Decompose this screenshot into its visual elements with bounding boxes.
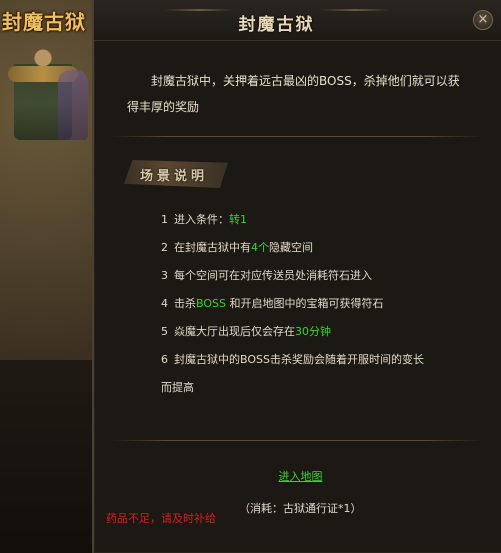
rule-item: 1 进入条件：转1 xyxy=(161,206,481,234)
rules-list: 1 进入条件：转1 2 在封魔古狱中有4个隐藏空间 3 每个空间可在对应传送员处消耗符… xyxy=(161,206,481,402)
npc-figure-secondary xyxy=(58,70,88,140)
section-label: 场景说明 xyxy=(140,169,209,184)
rule-text: 进入条件： xyxy=(174,213,229,226)
divider xyxy=(112,440,482,441)
region-title: 封魔古狱 xyxy=(2,10,86,34)
dialog-header: 封魔古狱 × xyxy=(94,0,501,41)
rule-item: 4 击杀BOSS 和开启地图中的宝箱可获得符石 xyxy=(161,290,481,318)
rule-number: 3 xyxy=(161,269,168,282)
rule-number: 5 xyxy=(161,325,168,338)
cost-text: （消耗：古狱通行证*1） xyxy=(239,502,362,515)
rule-number: 6 xyxy=(161,353,168,366)
background-shadow xyxy=(0,360,95,553)
dungeon-info-dialog: 封魔古狱 × 封魔古狱中，关押着远古最凶的BOSS，杀掉他们就可以获得丰厚的奖励… xyxy=(92,0,501,553)
rule-number: 2 xyxy=(161,241,168,254)
rule-item: 6 封魔古狱中的BOSS击杀奖励会随着开服时间的变长 xyxy=(161,346,481,374)
rule-number: 1 xyxy=(161,213,168,226)
rule-highlight: 30分钟 xyxy=(295,325,331,338)
rule-highlight: BOSS xyxy=(196,297,226,310)
rule-text: 和开启地图中的宝箱可获得符石 xyxy=(225,297,384,310)
enter-map-link[interactable]: 进入地图 xyxy=(94,468,501,484)
rule-highlight: 4个 xyxy=(251,241,269,254)
rule-number: 4 xyxy=(161,297,168,310)
close-icon[interactable]: × xyxy=(473,10,493,30)
rule-text: 隐藏空间 xyxy=(269,241,313,254)
rule-text: 焱魔大厅出现后仅会存在 xyxy=(174,325,295,338)
rule-item: 3 每个空间可在对应传送员处消耗符石进入 xyxy=(161,262,481,290)
rule-text: 击杀 xyxy=(174,297,196,310)
intro-text: 封魔古狱中，关押着远古最凶的BOSS，杀掉他们就可以获得丰厚的奖励 xyxy=(127,74,460,114)
rule-text: 每个空间可在对应传送员处消耗符石进入 xyxy=(174,269,372,282)
rule-continuation: 而提高 xyxy=(161,381,194,394)
rule-text: 封魔古狱中的BOSS击杀奖励会随着开服时间的变长 xyxy=(174,353,424,366)
supply-warning: 药品不足，请及时补给 xyxy=(106,512,216,525)
dialog-title: 封魔古狱 xyxy=(238,15,315,35)
rule-highlight: 转1 xyxy=(229,213,247,226)
rule-item: 5 焱魔大厅出现后仅会存在30分钟 xyxy=(161,318,481,346)
divider xyxy=(112,136,482,137)
rule-item: 2 在封魔古狱中有4个隐藏空间 xyxy=(161,234,481,262)
rule-text: 在封魔古狱中有 xyxy=(174,241,251,254)
